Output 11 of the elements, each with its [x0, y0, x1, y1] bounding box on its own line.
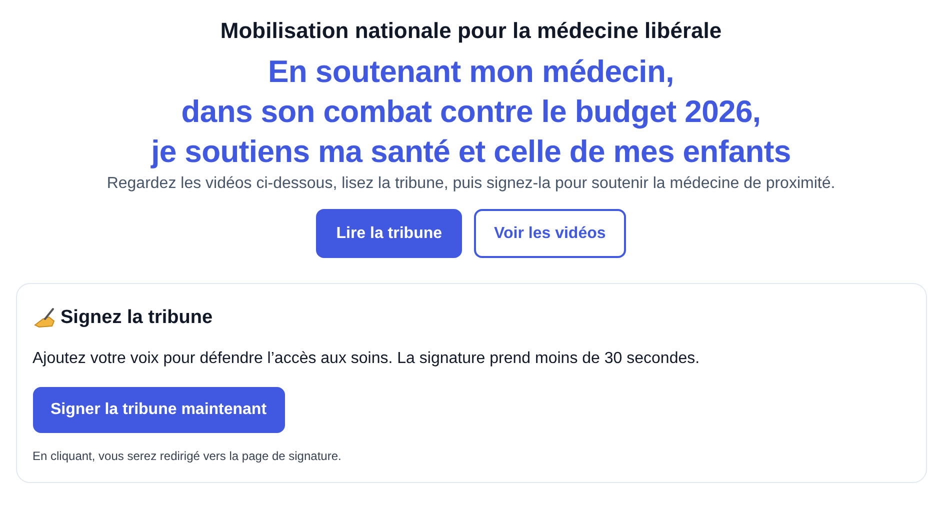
card-title: Signez la tribune — [60, 306, 213, 330]
page-title: Mobilisation nationale pour la médecine libérale — [220, 17, 722, 45]
headline-line: En soutenant mon médecin, — [268, 53, 674, 91]
primary-button[interactable]: Signer la tribune maintenant — [32, 386, 285, 432]
card-text: Ajoutez votre voix pour défendre l’accès aux soins. La signature prend moins de 30 secondes. — [32, 348, 700, 368]
headline-line: je soutiens ma santé et celle de mes enfants — [151, 133, 791, 171]
primary-button[interactable]: Lire la tribune — [316, 209, 462, 258]
headline-line: dans son combat contre le budget 2026, — [181, 93, 761, 131]
card-note: En cliquant, vous serez redirigé vers la page de signature. — [32, 448, 342, 464]
subtitle: Regardez les vidéos ci-dessous, lisez la tribune, puis signez-la pour soutenir la médecine de proximité. — [106, 174, 836, 194]
outline-button[interactable]: Voir les vidéos — [474, 209, 626, 258]
